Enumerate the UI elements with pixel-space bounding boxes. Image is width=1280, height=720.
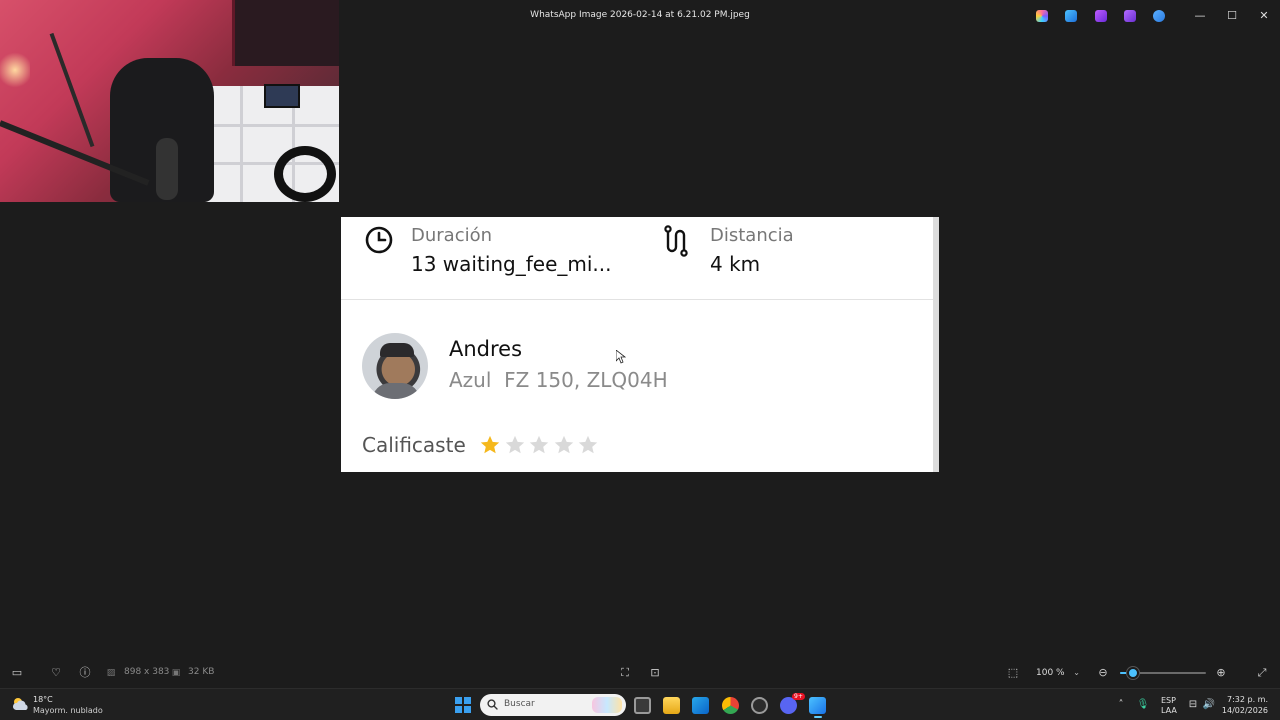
clipchamp-icon[interactable] xyxy=(1095,10,1107,22)
mouse-cursor-icon xyxy=(616,350,626,364)
file-size: 32 KB xyxy=(188,667,215,677)
onedrive-icon[interactable] xyxy=(1153,10,1165,22)
weather-description[interactable]: Mayorm. nublado xyxy=(33,706,103,715)
fullscreen-icon[interactable]: ⤢ xyxy=(1255,666,1269,680)
outlook-icon[interactable] xyxy=(692,697,709,714)
lamp-glow xyxy=(0,50,30,90)
chrome-icon[interactable] xyxy=(722,697,739,714)
driver-avatar xyxy=(362,333,428,399)
rating-label: Calificaste xyxy=(362,433,466,457)
volume-icon[interactable]: 🔊 xyxy=(1202,698,1216,712)
microphone-icon[interactable]: 🎙 xyxy=(1136,698,1150,712)
taskbar: 18°C Mayorm. nublado Buscar 9+ ˄ 🎙 ESP L… xyxy=(0,688,1280,720)
mic-stand xyxy=(49,32,95,148)
weather-temperature[interactable]: 18°C xyxy=(33,695,53,704)
duration-label: Duración xyxy=(411,225,493,246)
info-icon[interactable]: ⓘ xyxy=(78,666,92,680)
viewer-status-bar: ▭ ♡ ⓘ ▨ 898 x 383 ▣ 32 KB ⛶ ⊡ ⬚ 100 % ⌄ … xyxy=(0,657,1280,687)
driver-name: Andres xyxy=(449,337,523,361)
weather-cloud-icon[interactable] xyxy=(12,697,30,711)
distance-label: Distancia xyxy=(710,225,794,246)
close-button[interactable]: ✕ xyxy=(1256,8,1272,24)
filmstrip-icon[interactable]: ▭ xyxy=(10,666,24,680)
distance-value: 4 km xyxy=(710,252,761,276)
viewed-image: Duración 13 waiting_fee_mi... Distancia … xyxy=(341,217,939,472)
star-icon xyxy=(554,435,573,454)
image-edge xyxy=(933,217,939,472)
zoom-dropdown[interactable]: 100 % ⌄ xyxy=(1030,664,1086,682)
steering-wheel xyxy=(274,146,336,202)
zoom-value: 100 % xyxy=(1036,668,1065,678)
avatar-shirt xyxy=(372,383,420,399)
tablet xyxy=(264,84,300,108)
maximize-button[interactable]: ☐ xyxy=(1224,8,1240,24)
microphone xyxy=(156,138,178,200)
duration-value: 13 waiting_fee_mi... xyxy=(411,252,612,276)
webcam-overlay xyxy=(0,0,339,202)
start-button[interactable] xyxy=(455,697,471,713)
scan-icon[interactable]: ⛶ xyxy=(618,666,632,680)
video-editor-icon[interactable] xyxy=(1124,10,1136,22)
chevron-up-icon[interactable]: ˄ xyxy=(1114,698,1128,712)
minimize-button[interactable]: — xyxy=(1192,8,1208,24)
zoom-slider-thumb[interactable] xyxy=(1126,667,1139,679)
dimensions-icon: ▨ xyxy=(106,668,116,678)
task-view-icon[interactable] xyxy=(634,697,651,714)
photos-app-icon[interactable] xyxy=(809,697,826,714)
zoom-out-icon[interactable]: ⊖ xyxy=(1096,666,1110,680)
shelf-line xyxy=(205,124,339,127)
zoom-in-icon[interactable]: ⊕ xyxy=(1214,666,1228,680)
star-icon xyxy=(505,435,524,454)
file-explorer-icon[interactable] xyxy=(663,697,680,714)
avatar-hair xyxy=(380,343,414,357)
search-icon xyxy=(487,699,498,710)
language-line-2[interactable]: LAA xyxy=(1161,706,1177,715)
windows-logo-tile xyxy=(455,706,462,713)
search-highlight-icon xyxy=(592,697,622,713)
star-icon xyxy=(480,435,500,454)
search-placeholder: Buscar xyxy=(504,699,535,709)
text-extract-icon[interactable]: ⊡ xyxy=(648,666,662,680)
star-icon xyxy=(578,435,598,454)
vehicle-info: Azul FZ 150, ZLQ04H xyxy=(449,368,668,392)
zoom-slider[interactable] xyxy=(1120,667,1206,679)
network-icon[interactable]: ⊟ xyxy=(1186,698,1200,712)
edit-image-icon[interactable] xyxy=(1065,10,1077,22)
divider xyxy=(341,299,933,300)
language-line-1[interactable]: ESP xyxy=(1161,696,1176,705)
image-dimensions: 898 x 383 xyxy=(124,667,170,677)
wall-monitor xyxy=(232,0,339,66)
active-app-indicator xyxy=(814,716,822,718)
file-size-icon: ▣ xyxy=(171,668,181,678)
star-icon xyxy=(529,435,549,454)
discord-badge: 9+ xyxy=(792,693,805,700)
clock-time[interactable]: 7:32 p. m. xyxy=(1227,695,1268,704)
windows-logo-tile xyxy=(455,697,462,704)
favorite-heart-icon[interactable]: ♡ xyxy=(49,666,63,680)
chrome-profile-icon[interactable] xyxy=(751,697,768,714)
taskbar-search[interactable]: Buscar xyxy=(480,694,626,716)
clock-date[interactable]: 14/02/2026 xyxy=(1222,706,1268,715)
fit-to-window-icon[interactable]: ⬚ xyxy=(1006,666,1020,680)
windows-logo-tile xyxy=(464,697,471,704)
route-icon xyxy=(664,225,688,257)
copilot-icon[interactable] xyxy=(1036,10,1048,22)
chevron-down-icon: ⌄ xyxy=(1073,668,1080,677)
shelf-column xyxy=(240,86,243,202)
clock-icon xyxy=(365,226,393,254)
windows-logo-tile xyxy=(464,706,471,713)
